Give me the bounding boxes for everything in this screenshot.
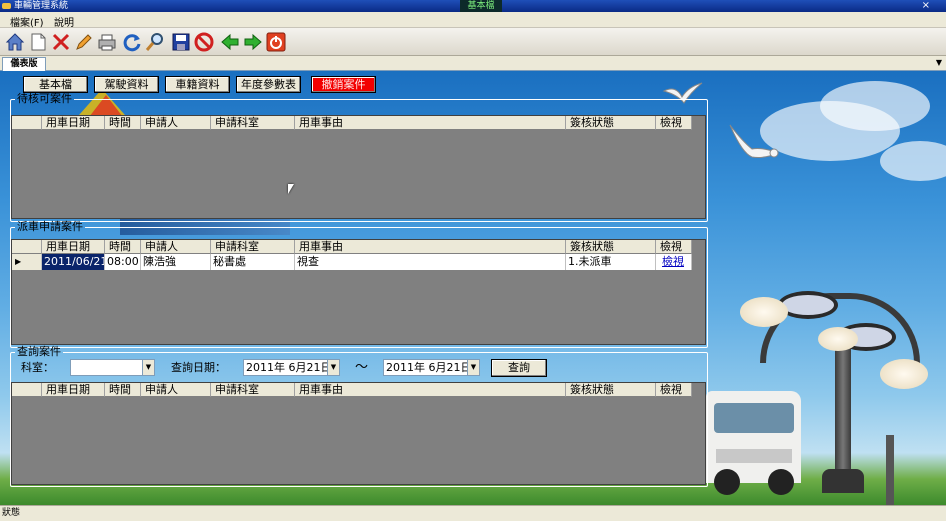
chevron-down-icon[interactable]: ▼	[142, 360, 154, 375]
col-reason[interactable]: 用車事由	[295, 240, 566, 254]
col-time[interactable]: 時間	[105, 383, 141, 397]
new-document-icon[interactable]	[27, 31, 49, 53]
query-cases-legend: 查詢案件	[17, 345, 61, 358]
title-bar: 車輛管理系統 基本檔 ×	[0, 0, 946, 12]
department-select[interactable]: ▼	[70, 359, 155, 376]
col-time[interactable]: 時間	[105, 240, 141, 254]
bus-image	[706, 391, 801, 495]
col-view[interactable]: 檢視	[656, 240, 692, 254]
exit-icon[interactable]	[265, 31, 287, 53]
cell-reason[interactable]: 視查	[295, 254, 566, 270]
col-time[interactable]: 時間	[105, 116, 141, 130]
save-icon[interactable]	[170, 31, 192, 53]
chevron-down-icon[interactable]: ▼	[327, 360, 339, 375]
cloud	[880, 141, 946, 181]
col-status[interactable]: 簽核狀態	[566, 383, 656, 397]
col-view[interactable]: 檢視	[656, 116, 692, 130]
basic-file-button[interactable]: 基本檔	[23, 76, 88, 93]
query-date-label: 查詢日期：	[171, 361, 226, 374]
cell-view[interactable]: 檢視	[656, 254, 692, 270]
dispatch-cases-grid[interactable]: 用車日期 時間 申請人 申請科室 用車事由 簽核狀態 檢視 ▶ 2011/06/…	[11, 239, 706, 345]
col-date[interactable]: 用車日期	[42, 240, 105, 254]
department-label: 科室：	[21, 361, 54, 374]
delete-icon[interactable]	[50, 31, 72, 53]
col-view[interactable]: 檢視	[656, 383, 692, 397]
driver-data-button[interactable]: 駕駛資料	[94, 76, 159, 93]
col-applicant[interactable]: 申請人	[141, 383, 211, 397]
col-reason[interactable]: 用車事由	[295, 116, 566, 130]
grid-header: 用車日期 時間 申請人 申請科室 用車事由 簽核狀態 檢視	[12, 240, 692, 254]
tab-list-dropdown-icon[interactable]: ▼	[936, 58, 942, 67]
col-applicant[interactable]: 申請人	[141, 240, 211, 254]
col-reason[interactable]: 用車事由	[295, 383, 566, 397]
chevron-down-icon[interactable]: ▼	[467, 360, 479, 375]
street-lamp-globe	[880, 359, 928, 389]
pending-cases-legend: 待核可案件	[17, 92, 72, 105]
date-to-value: 2011年 6月21日	[386, 361, 472, 374]
pending-cases-grid[interactable]: 用車日期 時間 申請人 申請科室 用車事由 簽核狀態 檢視	[11, 115, 706, 219]
tab-strip: 儀表版 ▼	[0, 56, 946, 71]
grid-header: 用車日期 時間 申請人 申請科室 用車事由 簽核狀態 檢視	[12, 116, 692, 130]
col-department[interactable]: 申請科室	[211, 383, 295, 397]
col-applicant[interactable]: 申請人	[141, 116, 211, 130]
vehicle-registry-button[interactable]: 車籍資料	[165, 76, 230, 93]
date-to-picker[interactable]: 2011年 6月21日 ▼	[383, 359, 480, 376]
view-link[interactable]: 檢視	[662, 255, 684, 268]
col-date[interactable]: 用車日期	[42, 383, 105, 397]
seagull-icon	[729, 124, 780, 158]
street-lamp-pole	[835, 329, 851, 489]
refresh-icon[interactable]	[121, 31, 143, 53]
cell-date[interactable]: 2011/06/21	[42, 254, 105, 270]
query-button[interactable]: 查詢	[491, 359, 547, 377]
annual-parameters-button[interactable]: 年度參數表	[236, 76, 301, 93]
cell-applicant[interactable]: 陳浩強	[141, 254, 211, 270]
menu-file[interactable]: 檔案(F)	[10, 14, 44, 29]
query-results-grid[interactable]: 用車日期 時間 申請人 申請科室 用車事由 簽核狀態 檢視	[11, 382, 706, 485]
col-department[interactable]: 申請科室	[211, 116, 295, 130]
cell-status[interactable]: 1.未派車	[566, 254, 656, 270]
edit-pencil-icon[interactable]	[73, 31, 95, 53]
date-from-value: 2011年 6月21日	[246, 361, 332, 374]
street-lamp-globe	[818, 327, 858, 351]
date-from-picker[interactable]: 2011年 6月21日 ▼	[243, 359, 340, 376]
row-selector-icon[interactable]: ▶	[12, 254, 42, 270]
street-lamp-base	[822, 469, 864, 493]
print-icon[interactable]	[96, 31, 118, 53]
col-department[interactable]: 申請科室	[211, 240, 295, 254]
cancel-icon[interactable]	[193, 31, 215, 53]
search-icon[interactable]	[144, 31, 166, 53]
street-lamp-globe	[740, 297, 788, 327]
home-icon[interactable]	[4, 31, 26, 53]
forward-arrow-icon[interactable]	[242, 31, 264, 53]
tab-dashboard[interactable]: 儀表版	[2, 57, 46, 71]
close-window-button[interactable]: ×	[922, 0, 930, 12]
app-title: 車輛管理系統	[14, 1, 69, 11]
col-status[interactable]: 簽核狀態	[566, 240, 656, 254]
cell-department[interactable]: 秘書處	[211, 254, 295, 270]
mouse-cursor-icon	[288, 184, 294, 194]
app-icon	[2, 3, 11, 9]
menu-help[interactable]: 說明	[54, 14, 74, 29]
cell-time[interactable]: 08:00	[105, 254, 141, 270]
table-row[interactable]: ▶ 2011/06/21 08:00 陳浩強 秘書處 視查 1.未派車 檢視	[12, 254, 692, 270]
street-lamp-pole-small	[886, 435, 894, 505]
dispatch-cases-legend: 派車申請案件	[17, 220, 83, 233]
status-text: 狀態	[2, 508, 21, 518]
revoke-case-button[interactable]: 撤銷案件	[311, 76, 376, 93]
status-bar: 狀態	[0, 505, 946, 521]
col-date[interactable]: 用車日期	[42, 116, 105, 130]
menu-bar: 檔案(F) 說明	[0, 12, 946, 29]
cloud	[820, 81, 930, 131]
active-module-label: 基本檔	[460, 0, 502, 12]
grid-header: 用車日期 時間 申請人 申請科室 用車事由 簽核狀態 檢視	[12, 383, 692, 397]
date-range-separator: ～	[355, 360, 369, 375]
back-arrow-icon[interactable]	[219, 31, 241, 53]
col-status[interactable]: 簽核狀態	[566, 116, 656, 130]
toolbar	[0, 28, 946, 56]
